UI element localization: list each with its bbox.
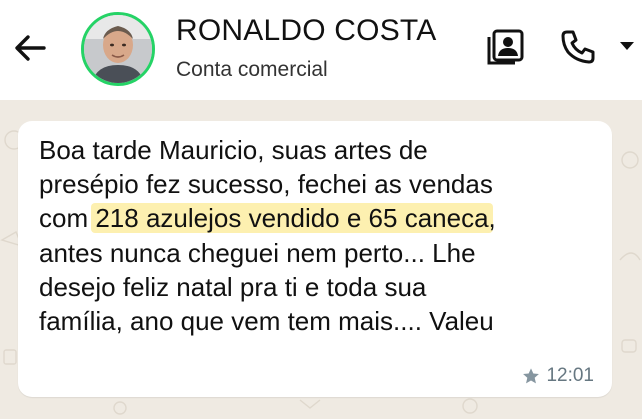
message-time: 12:01 — [546, 365, 594, 386]
call-options-button[interactable] — [616, 38, 638, 54]
voice-call-button[interactable] — [558, 27, 598, 67]
highlighted-text: 218 azulejos vendido e 65 caneca — [91, 203, 493, 234]
back-button[interactable] — [10, 28, 50, 68]
message-bubble[interactable]: Boa tarde Mauricio, suas artes de presép… — [18, 121, 612, 397]
message-line: antes nunca cheguei nem perto... Lhe — [39, 237, 476, 268]
arrow-left-icon — [15, 35, 46, 61]
contact-avatar — [84, 15, 152, 83]
star-icon — [523, 368, 540, 384]
contact-card-button[interactable] — [484, 26, 526, 68]
line-prefix: com — [39, 203, 96, 234]
message-line: família, ano que vem tem mais.... Valeu — [39, 306, 494, 337]
message-line: presépio fez sucesso, fechei as vendas — [39, 169, 493, 200]
message-line: Boa tarde Mauricio, suas artes de — [39, 135, 428, 165]
avatar[interactable] — [81, 12, 155, 86]
phone-icon — [561, 30, 595, 64]
dropdown-caret-icon — [620, 42, 634, 50]
chat-header: RONALDO COSTA Conta comercial — [0, 0, 642, 100]
message-text: Boa tarde Mauricio, suas artes de presép… — [39, 133, 599, 338]
message-line: desejo feliz natal pra ti e toda sua — [39, 271, 427, 302]
message-line-highlighted: com 218 azulejos vendido e 65 caneca, — [39, 201, 599, 235]
message-meta: 12:01 — [522, 365, 594, 387]
contact-card-icon — [487, 29, 524, 65]
line-suffix: , — [488, 203, 496, 234]
contact-subtitle: Conta comercial — [176, 58, 328, 81]
contact-name[interactable]: RONALDO COSTA — [176, 14, 436, 48]
